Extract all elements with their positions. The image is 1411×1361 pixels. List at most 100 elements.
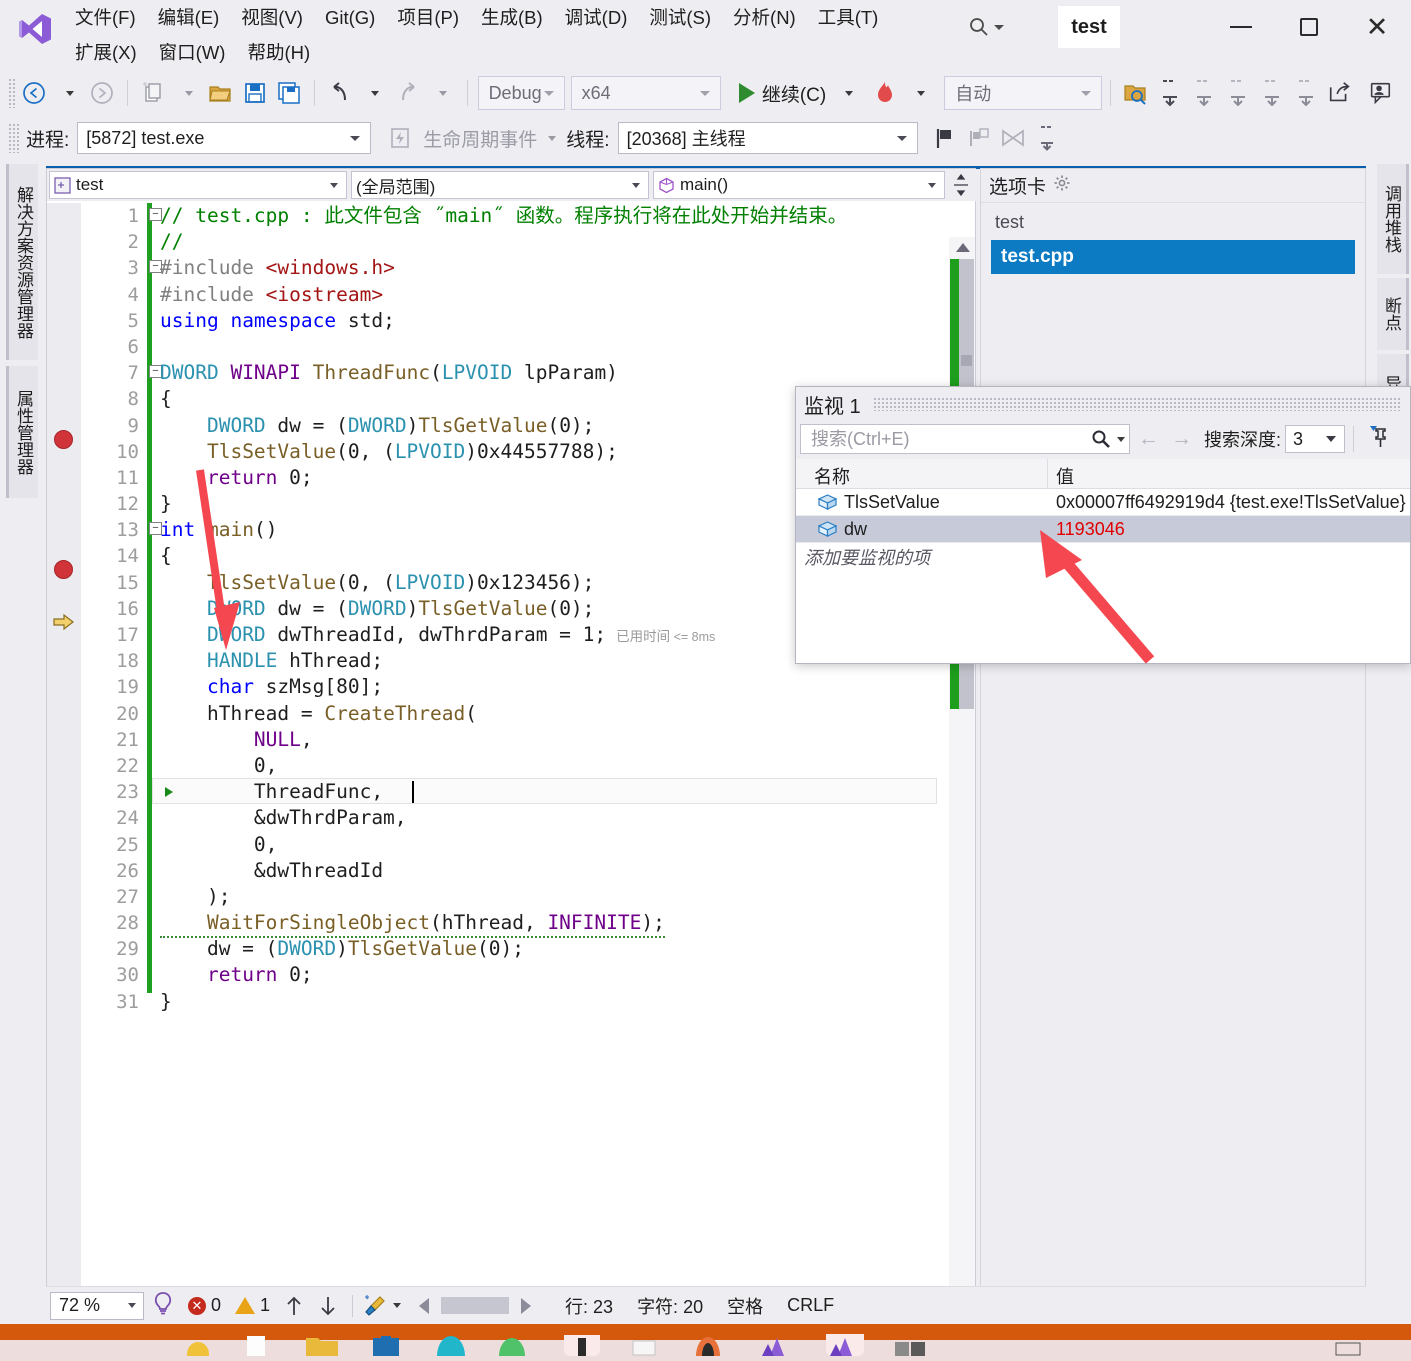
lifecycle-events-button[interactable]	[383, 121, 417, 155]
show-only-flagged-button[interactable]	[962, 121, 996, 155]
search-previous-button[interactable]: ←	[1134, 427, 1163, 451]
search-depth-dropdown[interactable]: 3	[1285, 425, 1346, 453]
new-item-button[interactable]	[136, 76, 170, 110]
sidebar-tab-breakpoints[interactable]: 断点	[1377, 278, 1409, 350]
taskbar-icon-5[interactable]	[436, 1335, 466, 1361]
watch-add-placeholder[interactable]: 添加要监视的项	[796, 543, 1048, 570]
code-line[interactable]: 24 &dwThrdParam,	[47, 805, 975, 831]
editor-horizontal-scrollbar[interactable]	[419, 1297, 532, 1314]
toolbar-grip[interactable]	[8, 78, 18, 108]
new-item-dropdown[interactable]	[170, 76, 204, 110]
scroll-up-icon[interactable]	[956, 243, 970, 252]
watch-search-input[interactable]	[809, 427, 1090, 451]
close-button[interactable]: ✕	[1343, 0, 1411, 54]
taskbar-icon-vs-1[interactable]	[760, 1336, 794, 1361]
toolbar-overflow-button[interactable]	[1289, 76, 1323, 110]
code-text-area[interactable]: 1−// test.cpp : 此文件包含 ˝main˝ 函数。程序执行将在此处…	[47, 203, 975, 1361]
menu-view[interactable]: 视图(V)	[230, 0, 314, 35]
redo-button[interactable]	[391, 76, 425, 110]
menu-project[interactable]: 项目(P)	[386, 0, 470, 35]
code-line[interactable]: 23 ThreadFunc,	[47, 779, 975, 805]
scope-dropdown[interactable]: (全局范围)	[351, 171, 649, 199]
horizontal-scrollbar-thumb[interactable]	[441, 1297, 510, 1314]
search-next-button[interactable]: →	[1167, 427, 1196, 451]
watch-row[interactable]: TlsSetValue 0x00007ff6492919d4 {test.exe!…	[796, 489, 1410, 516]
code-line[interactable]: 30 return 0;	[47, 962, 975, 988]
code-line[interactable]: 20 hThread = CreateThread(	[47, 701, 975, 727]
thread-dropdown[interactable]: [20368] 主线程	[617, 122, 918, 154]
code-line[interactable]: 27 );	[47, 884, 975, 910]
step-out-button[interactable]	[1221, 76, 1255, 110]
code-line[interactable]: 2 //	[47, 229, 975, 255]
watch-column-value[interactable]: 值	[1048, 459, 1410, 488]
tabs-panel-root-item[interactable]: test	[991, 209, 1355, 236]
watch-row-name[interactable]: dw	[796, 519, 1048, 540]
watch-window-titlebar[interactable]: 监视 1	[796, 387, 1410, 421]
code-line[interactable]: 6	[47, 334, 975, 360]
taskbar-icon-8[interactable]	[632, 1340, 656, 1361]
search-solution-button[interactable]	[1119, 76, 1153, 110]
chevron-down-icon[interactable]	[1117, 436, 1125, 442]
taskbar-icon-9[interactable]	[694, 1336, 722, 1361]
menu-edit[interactable]: 编辑(E)	[147, 0, 231, 35]
code-line[interactable]: 31}	[47, 989, 975, 1015]
platform-dropdown[interactable]: x64	[570, 76, 721, 110]
hot-reload-button[interactable]	[868, 76, 902, 110]
menu-analyze[interactable]: 分析(N)	[722, 0, 807, 35]
sidebar-tab-call-stack[interactable]: 调用堆栈	[1377, 164, 1409, 274]
watch-window-drag-grip[interactable]	[872, 397, 1402, 411]
search-icon[interactable]	[1090, 428, 1112, 450]
menu-window[interactable]: 窗口(W)	[148, 35, 237, 70]
process-mode-dropdown[interactable]: 自动	[944, 76, 1103, 110]
code-line[interactable]: 4 #include <iostream>	[47, 282, 975, 308]
sidebar-tab-solution-explorer[interactable]: 解决方案资源管理器	[6, 164, 38, 360]
menu-extensions[interactable]: 扩展(X)	[64, 35, 148, 70]
menu-build[interactable]: 生成(B)	[470, 0, 554, 35]
taskbar-icon-active-app[interactable]	[564, 1329, 600, 1361]
code-cleanup-button[interactable]	[363, 1294, 402, 1318]
taskbar-icon-file-explorer[interactable]	[305, 1336, 339, 1361]
taskbar-icon-2[interactable]	[245, 1336, 267, 1361]
maximize-button[interactable]	[1275, 0, 1343, 54]
step-into-button[interactable]	[1153, 76, 1187, 110]
watch-row-value[interactable]: 1193046	[1048, 519, 1410, 540]
menu-test[interactable]: 测试(S)	[638, 0, 722, 35]
save-button[interactable]	[238, 76, 272, 110]
taskbar-icon-12[interactable]	[895, 1342, 925, 1361]
step-over-button[interactable]	[1187, 76, 1221, 110]
scroll-right-icon[interactable]	[521, 1297, 532, 1314]
member-dropdown[interactable]: main()	[653, 171, 945, 199]
process-dropdown[interactable]: [5872] test.exe	[77, 122, 372, 154]
indentation-indicator[interactable]: 空格	[727, 1293, 763, 1319]
scroll-left-icon[interactable]	[419, 1297, 430, 1314]
undo-button[interactable]	[323, 76, 357, 110]
previous-issue-button[interactable]	[284, 1295, 304, 1317]
navigate-forward-button[interactable]	[85, 76, 119, 110]
code-line[interactable]: 19 char szMsg[80];	[47, 674, 975, 700]
watch-row[interactable]: dw 1193046	[796, 516, 1410, 543]
watch-row-name[interactable]: TlsSetValue	[796, 492, 1048, 513]
code-line[interactable]: 26 &dwThreadId	[47, 858, 975, 884]
code-line[interactable]: 28 WaitForSingleObject(hThread, INFINITE…	[47, 910, 975, 939]
share-button[interactable]	[1323, 76, 1357, 110]
tabs-panel-file-item[interactable]: test.cpp	[991, 240, 1355, 274]
watch-search-box[interactable]	[800, 424, 1130, 454]
menu-file[interactable]: 文件(F)	[64, 0, 147, 35]
menu-tools[interactable]: 工具(T)	[807, 0, 890, 35]
code-line[interactable]: 22 0,	[47, 753, 975, 779]
toggle-threads-button[interactable]	[996, 121, 1030, 155]
sidebar-tab-property-manager[interactable]: 属性管理器	[6, 366, 38, 498]
navigate-back-button[interactable]	[17, 76, 51, 110]
code-line[interactable]: 1−// test.cpp : 此文件包含 ˝main˝ 函数。程序执行将在此处…	[47, 203, 975, 229]
debug-toolbar-grip[interactable]	[8, 123, 20, 153]
code-line[interactable]: 25 0,	[47, 832, 975, 858]
watch-row-value[interactable]: 0x00007ff6492919d4 {test.exe!TlsSetValue…	[1048, 492, 1410, 513]
configuration-dropdown[interactable]: Debug	[477, 76, 565, 110]
error-count-item[interactable]: ✕ 0	[188, 1295, 221, 1316]
line-ending-indicator[interactable]: CRLF	[787, 1295, 834, 1316]
debug-toolbar-overflow[interactable]	[1030, 121, 1064, 155]
zoom-level-dropdown[interactable]: 72 %	[50, 1291, 144, 1320]
code-line[interactable]: 29 dw = (DWORD)TlsGetValue(0);	[47, 936, 975, 962]
code-line[interactable]: 3− #include <windows.h>	[47, 255, 975, 281]
navigate-back-dropdown[interactable]	[51, 76, 85, 110]
